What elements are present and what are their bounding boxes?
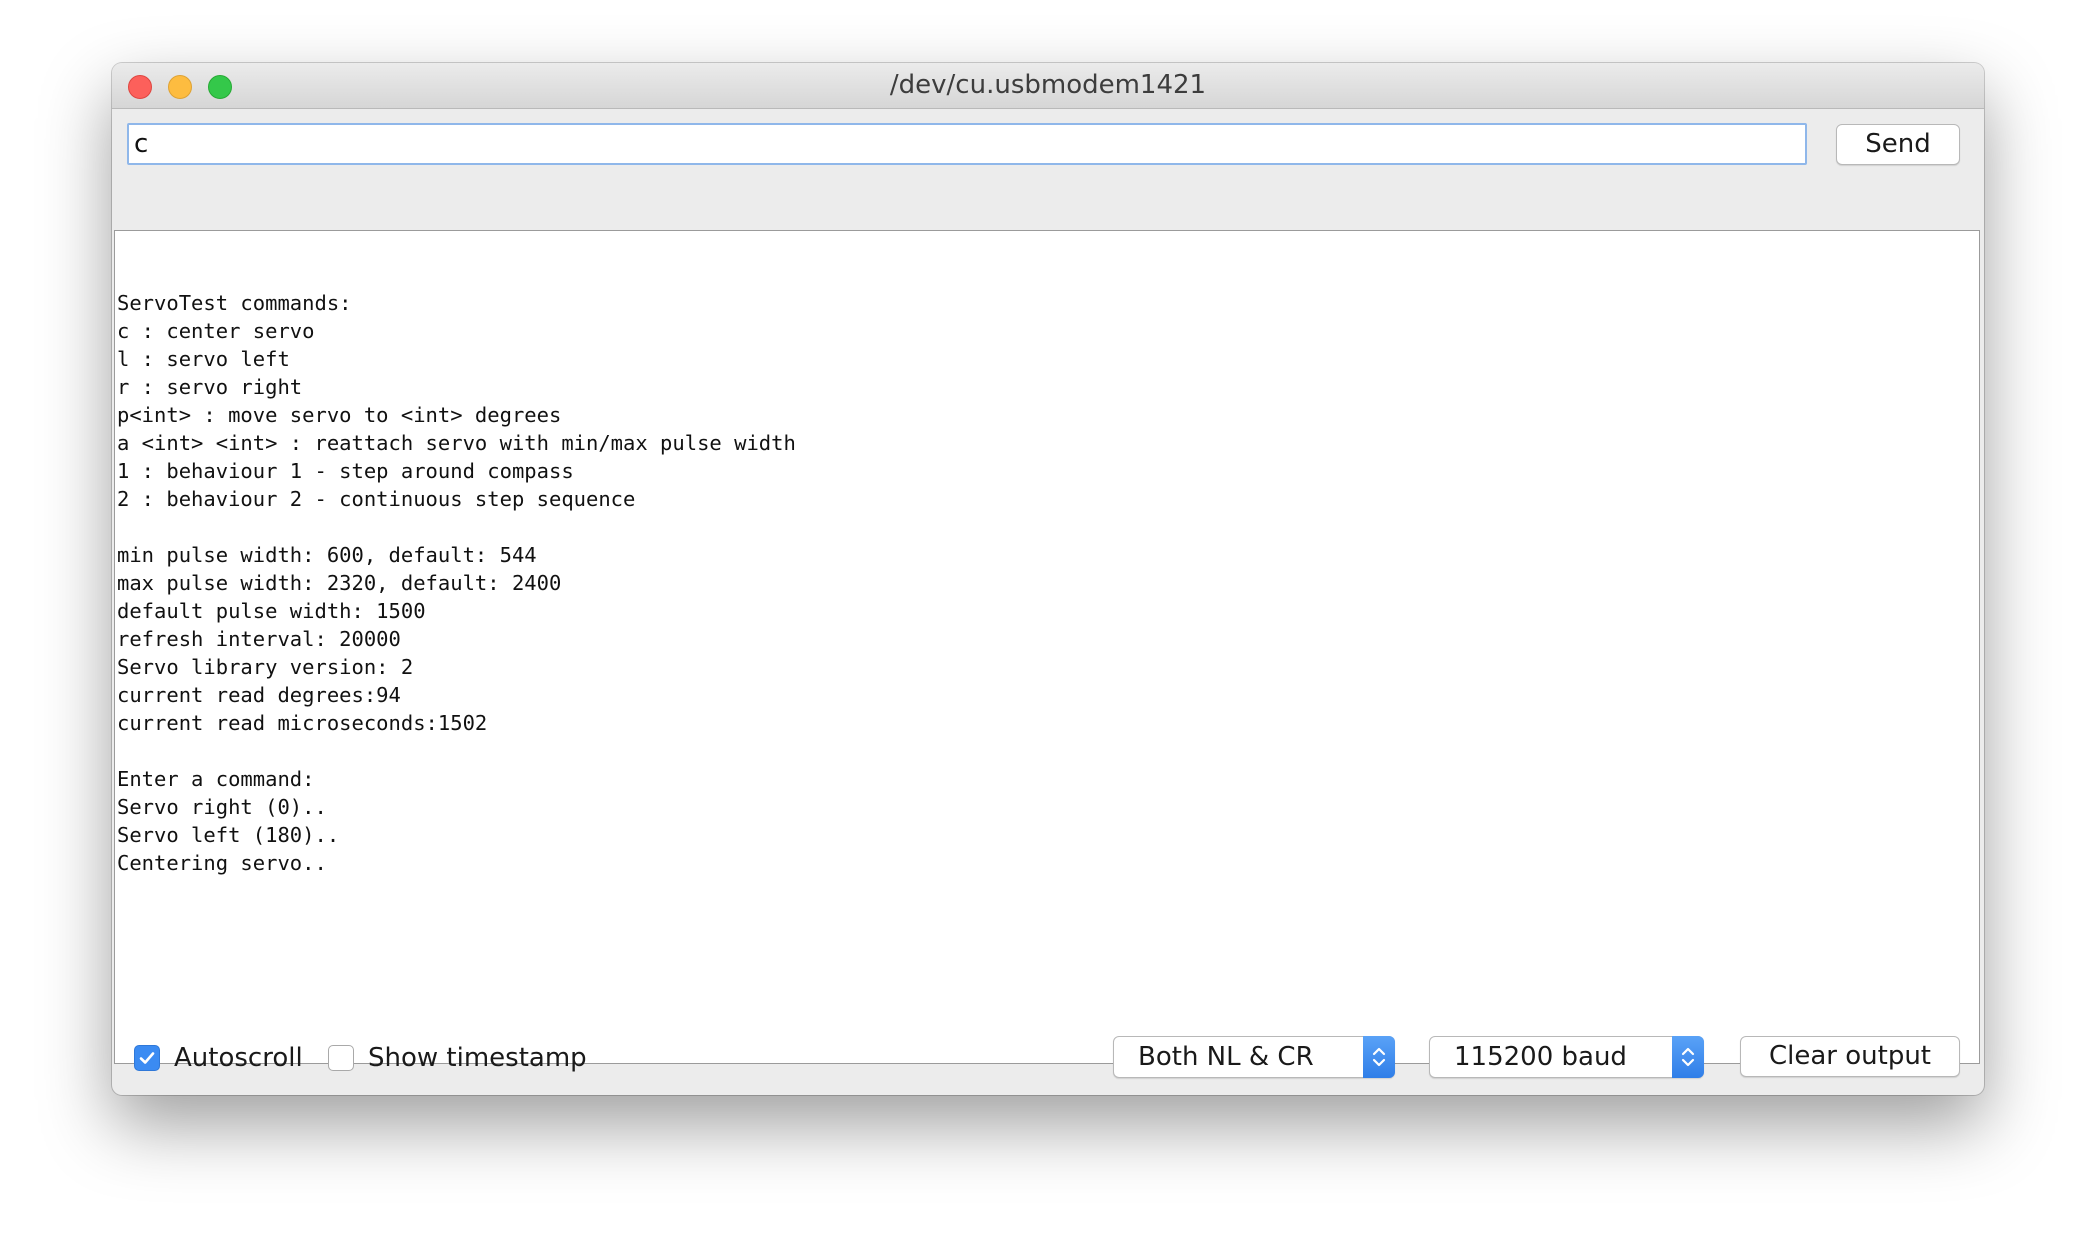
clear-output-button[interactable]: Clear output <box>1740 1036 1960 1077</box>
up-down-chevron-icon <box>1363 1036 1395 1078</box>
show-timestamp-checkbox[interactable] <box>328 1045 354 1071</box>
line-ending-select[interactable]: Both NL & CR <box>1113 1036 1395 1078</box>
send-button[interactable]: Send <box>1836 124 1960 165</box>
output-line: 2 : behaviour 2 - continuous step sequen… <box>117 487 636 511</box>
input-row: Send ServoTest commands: c : center servo… <box>112 109 1984 1064</box>
autoscroll-checkbox[interactable] <box>134 1045 160 1071</box>
desktop-background: /dev/cu.usbmodem1421 Send ServoTest comm… <box>0 0 2094 1252</box>
output-line: Servo library version: 2 <box>117 655 414 679</box>
output-line <box>117 737 796 765</box>
output-lines: ServoTest commands: c : center servo l : s… <box>117 289 796 877</box>
baud-rate-select[interactable]: 115200 baud <box>1429 1036 1704 1078</box>
output-line: Servo left (180).. <box>117 823 340 847</box>
output-line: Enter a command: <box>117 767 315 791</box>
serial-input[interactable] <box>127 123 1807 165</box>
output-line: ServoTest commands: <box>117 291 352 315</box>
output-line: l : servo left <box>117 347 290 371</box>
window-title: /dev/cu.usbmodem1421 <box>889 70 1207 100</box>
output-line: c : center servo <box>117 319 315 343</box>
title-bar[interactable]: /dev/cu.usbmodem1421 <box>112 63 1984 109</box>
line-ending-value: Both NL & CR <box>1138 1042 1314 1072</box>
output-line: Servo right (0).. <box>117 795 327 819</box>
serial-monitor-window: /dev/cu.usbmodem1421 Send ServoTest comm… <box>112 63 1984 1095</box>
output-line <box>117 513 796 541</box>
serial-output-pane[interactable]: ServoTest commands: c : center servo l : s… <box>114 230 1980 1064</box>
output-line: current read microseconds:1502 <box>117 711 488 735</box>
output-line: r : servo right <box>117 375 303 399</box>
up-down-chevron-icon <box>1672 1036 1704 1078</box>
output-line: 1 : behaviour 1 - step around compass <box>117 459 574 483</box>
output-line: p<int> : move servo to <int> degrees <box>117 403 562 427</box>
output-line: a <int> <int> : reattach servo with min/… <box>117 431 796 455</box>
checkmark-icon <box>139 1052 155 1064</box>
autoscroll-label: Autoscroll <box>174 1043 303 1073</box>
output-line: current read degrees:94 <box>117 683 401 707</box>
show-timestamp-label: Show timestamp <box>368 1043 587 1073</box>
output-line: max pulse width: 2320, default: 2400 <box>117 571 562 595</box>
footer-bar: Autoscroll Show timestamp Both NL & CR 1… <box>112 1019 1984 1095</box>
output-line: min pulse width: 600, default: 544 <box>117 543 537 567</box>
output-line: Centering servo.. <box>117 851 327 875</box>
output-line: default pulse width: 1500 <box>117 599 426 623</box>
output-line: refresh interval: 20000 <box>117 627 401 651</box>
baud-rate-value: 115200 baud <box>1454 1042 1627 1072</box>
